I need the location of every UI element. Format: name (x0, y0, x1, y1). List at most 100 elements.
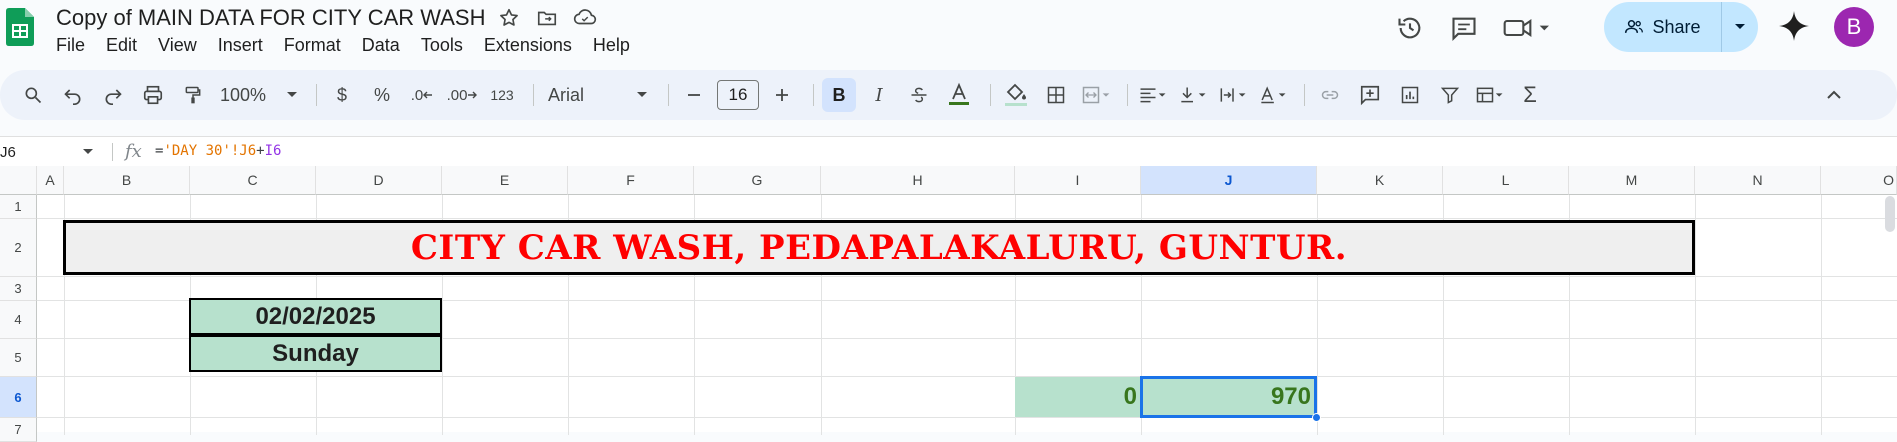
spreadsheet-grid[interactable]: A B C D E F G H I J K L M N O 1 2 3 4 5 … (0, 166, 1897, 442)
menu-view[interactable]: View (158, 35, 197, 56)
row-header-3[interactable]: 3 (0, 277, 37, 301)
menu-insert[interactable]: Insert (218, 35, 263, 56)
print-icon[interactable] (136, 78, 170, 112)
column-header-d[interactable]: D (316, 166, 442, 195)
column-header-e[interactable]: E (442, 166, 568, 195)
menu-tools[interactable]: Tools (421, 35, 463, 56)
gemini-sparkle-icon[interactable] (1778, 10, 1810, 42)
bold-button[interactable]: B (822, 78, 856, 112)
merge-cells-icon[interactable] (1079, 78, 1113, 112)
cell-j6-selected[interactable]: 970 (1140, 376, 1317, 418)
menu-edit[interactable]: Edit (106, 35, 137, 56)
fill-handle[interactable] (1312, 413, 1321, 422)
menu-bar: File Edit View Insert Format Data Tools … (56, 35, 651, 56)
currency-format-button[interactable]: $ (325, 78, 359, 112)
version-history-icon[interactable] (1390, 8, 1430, 48)
column-header-k[interactable]: K (1317, 166, 1443, 195)
row-header-1[interactable]: 1 (0, 195, 37, 219)
column-header-h[interactable]: H (821, 166, 1015, 195)
column-header-j[interactable]: J (1141, 166, 1317, 195)
sheets-logo-icon[interactable] (6, 8, 34, 46)
move-folder-icon[interactable] (535, 6, 559, 30)
column-header-l[interactable]: L (1443, 166, 1569, 195)
text-color-icon[interactable] (942, 78, 976, 112)
decrease-decimal-button[interactable]: .0 (405, 78, 439, 112)
comments-icon[interactable] (1444, 8, 1484, 48)
gridline (1821, 195, 1822, 435)
filter-views-icon[interactable] (1473, 78, 1507, 112)
italic-button[interactable]: I (862, 78, 896, 112)
number-format-button[interactable]: 123 (485, 78, 519, 112)
text-rotation-icon[interactable] (1256, 78, 1290, 112)
menu-file[interactable]: File (56, 35, 85, 56)
row-header-7[interactable]: 7 (0, 418, 37, 442)
day-cell[interactable]: Sunday (189, 335, 442, 372)
functions-button[interactable]: Σ (1513, 78, 1547, 112)
search-menus-icon[interactable] (16, 78, 50, 112)
formula-divider (112, 143, 113, 161)
fill-color-icon[interactable] (999, 78, 1033, 112)
share-dropdown-button[interactable] (1722, 2, 1758, 52)
account-avatar[interactable]: B (1834, 7, 1874, 47)
borders-icon[interactable] (1039, 78, 1073, 112)
column-header-f[interactable]: F (568, 166, 694, 195)
cloud-saved-icon[interactable] (573, 6, 597, 30)
increase-font-size-icon[interactable] (765, 78, 799, 112)
row-header-5[interactable]: 5 (0, 339, 37, 377)
name-box[interactable]: J6 (0, 141, 100, 163)
formula-input[interactable]: ='DAY 30'!J6+I6 (155, 143, 281, 159)
title-banner-cell[interactable]: CITY CAR WASH, PEDAPALAKALURU, GUNTUR. (63, 220, 1695, 275)
chevron-down-icon (83, 149, 93, 154)
toolbar-divider (316, 84, 317, 106)
formula-operator: + (256, 143, 265, 159)
percent-format-button[interactable]: % (365, 78, 399, 112)
zoom-select[interactable]: 100% (216, 78, 302, 112)
document-title[interactable]: Copy of MAIN DATA FOR CITY CAR WASH (56, 5, 485, 31)
row-header-6[interactable]: 6 (0, 377, 37, 418)
menu-extensions[interactable]: Extensions (484, 35, 572, 56)
column-header-g[interactable]: G (694, 166, 821, 195)
toolbar-divider (1127, 84, 1128, 106)
redo-icon[interactable] (96, 78, 130, 112)
text-wrapping-icon[interactable] (1216, 78, 1250, 112)
gridline (37, 417, 1897, 418)
filter-icon[interactable] (1433, 78, 1467, 112)
horizontal-align-icon[interactable] (1136, 78, 1170, 112)
strikethrough-icon[interactable] (902, 78, 936, 112)
gridline (37, 376, 1897, 377)
date-cell[interactable]: 02/02/2025 (189, 298, 442, 335)
increase-decimal-button[interactable]: .00 (445, 78, 479, 112)
column-header-b[interactable]: B (64, 166, 190, 195)
insert-comment-icon[interactable] (1353, 78, 1387, 112)
row-header-4[interactable]: 4 (0, 301, 37, 339)
menu-data[interactable]: Data (362, 35, 400, 56)
column-header-a[interactable]: A (37, 166, 64, 195)
formatting-toolbar: 100% $ % .0 .00 123 Arial 16 B I Σ (0, 70, 1897, 120)
column-header-c[interactable]: C (190, 166, 316, 195)
column-header-m[interactable]: M (1569, 166, 1695, 195)
vertical-align-icon[interactable] (1176, 78, 1210, 112)
column-header-i[interactable]: I (1015, 166, 1141, 195)
undo-icon[interactable] (56, 78, 90, 112)
vertical-scrollbar[interactable] (1885, 196, 1895, 232)
cell-i6[interactable]: 0 (1015, 377, 1141, 417)
select-all-corner[interactable] (0, 166, 37, 195)
meet-video-icon[interactable] (1498, 8, 1558, 48)
arrow-right-icon (468, 91, 478, 99)
decrease-font-size-icon[interactable] (677, 78, 711, 112)
paint-format-icon[interactable] (176, 78, 210, 112)
menu-help[interactable]: Help (593, 35, 630, 56)
insert-chart-icon[interactable] (1393, 78, 1427, 112)
zoom-value: 100% (220, 84, 267, 105)
menu-format[interactable]: Format (284, 35, 341, 56)
column-header-o[interactable]: O (1821, 166, 1897, 195)
column-header-n[interactable]: N (1695, 166, 1821, 195)
row-header-2[interactable]: 2 (0, 219, 37, 277)
font-family-select[interactable]: Arial (542, 78, 654, 112)
share-button[interactable]: Share (1604, 2, 1722, 52)
chevron-down-icon (637, 92, 647, 97)
font-size-input[interactable]: 16 (717, 80, 759, 110)
collapse-toolbar-icon[interactable] (1817, 78, 1851, 112)
star-icon[interactable] (497, 6, 521, 30)
insert-link-icon[interactable] (1313, 78, 1347, 112)
